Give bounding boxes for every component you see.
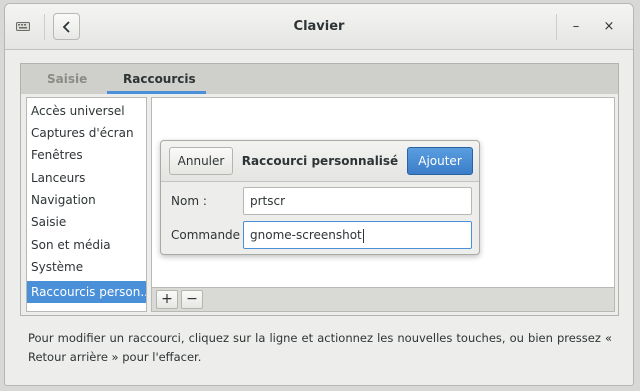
back-button[interactable] — [53, 13, 80, 40]
tab-saisie[interactable]: Saisie — [47, 64, 87, 94]
close-button[interactable]: × — [598, 16, 620, 38]
cancel-button[interactable]: Annuler — [169, 147, 233, 175]
sidebar-item-systeme[interactable]: Système — [27, 256, 146, 278]
name-label: Nom : — [171, 194, 207, 208]
command-field-value: gnome-screenshot — [250, 228, 362, 242]
custom-shortcut-dialog: Annuler Raccourci personnalisé Ajouter N… — [160, 140, 480, 255]
sidebar-item-saisie[interactable]: Saisie — [27, 211, 146, 233]
header-bar: Clavier – × — [5, 4, 633, 50]
sidebar-item-son-et-media[interactable]: Son et média — [27, 234, 146, 256]
window-title: Clavier — [293, 19, 345, 34]
command-field[interactable]: gnome-screenshot — [243, 221, 472, 249]
sidebar-item-lanceurs[interactable]: Lanceurs — [27, 167, 146, 189]
remove-shortcut-button[interactable]: − — [181, 290, 203, 309]
chevron-left-icon — [62, 20, 70, 33]
shortcut-categories-list: Accès universel Captures d'écran Fenêtre… — [26, 97, 147, 312]
tab-raccourcis[interactable]: Raccourcis — [123, 64, 196, 94]
name-field-value: prtscr — [250, 194, 286, 208]
minimize-button[interactable]: – — [565, 16, 587, 38]
header-separator — [556, 14, 557, 40]
sidebar-item-navigation[interactable]: Navigation — [27, 189, 146, 211]
add-shortcut-button[interactable]: + — [156, 290, 178, 309]
tab-bar: Saisie Raccourcis — [21, 64, 618, 94]
sidebar-item-fenetres[interactable]: Fenêtres — [27, 144, 146, 166]
sidebar-item-captures-ecran[interactable]: Captures d'écran — [27, 122, 146, 144]
header-separator — [44, 14, 45, 40]
keyboard-icon — [16, 22, 30, 31]
sidebar-item-raccourcis-personnalises[interactable]: Raccourcis person... — [27, 281, 146, 303]
shortcuts-toolbar: + − — [151, 288, 615, 312]
command-label: Commande : — [171, 228, 248, 242]
name-field[interactable]: prtscr — [243, 187, 472, 215]
text-caret — [362, 228, 364, 243]
keyboard-settings-window: Clavier – × Saisie Raccourcis Accès univ… — [4, 3, 634, 386]
help-text: Pour modifier un raccourci, cliquez sur … — [28, 331, 612, 364]
dialog-header: Annuler Raccourci personnalisé Ajouter — [161, 141, 479, 182]
sidebar-item-acces-universel[interactable]: Accès universel — [27, 100, 146, 122]
add-button[interactable]: Ajouter — [407, 147, 473, 175]
